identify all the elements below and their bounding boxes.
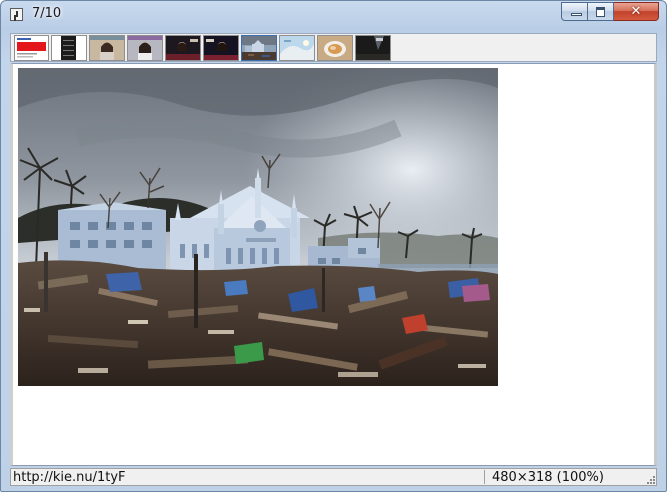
thumbnail-2-image <box>52 36 86 60</box>
window-title: 7/10 <box>32 6 62 21</box>
thumbnail-9-image <box>318 36 352 60</box>
thumbnail-8-image <box>280 36 314 60</box>
thumbnail-8[interactable] <box>279 35 315 61</box>
thumbnail-6[interactable] <box>203 35 239 61</box>
thumbnail-10[interactable] <box>355 35 391 61</box>
title-bar[interactable]: 7/10 ✕ <box>1 1 666 29</box>
thumbnail-1-image <box>15 36 48 60</box>
thumbnail-7[interactable] <box>241 35 277 61</box>
thumbnail-3[interactable] <box>89 35 125 61</box>
thumbnail-3-image <box>90 36 124 60</box>
thumbnail-1[interactable] <box>14 35 49 61</box>
resize-grip-icon[interactable] <box>645 474 655 484</box>
thumbnail-2[interactable] <box>51 35 87 61</box>
thumbnail-10-image <box>356 36 390 60</box>
viewer-window: 7/10 ✕ http://kie.nu/1tyF 480×318 (100%) <box>0 0 667 492</box>
minimize-button[interactable] <box>561 2 588 21</box>
main-image <box>18 68 498 386</box>
close-icon: ✕ <box>630 4 642 19</box>
maximize-button[interactable] <box>588 2 614 21</box>
thumbnail-5[interactable] <box>165 35 201 61</box>
thumbnail-5-image <box>166 36 200 60</box>
window-controls: ✕ <box>561 2 659 21</box>
image-viewport[interactable] <box>10 63 657 466</box>
status-bar: http://kie.nu/1tyF 480×318 (100%) <box>10 468 657 486</box>
thumbnail-7-image <box>242 36 276 60</box>
image-viewer-icon[interactable] <box>10 8 23 21</box>
thumbnail-6-image <box>204 36 238 60</box>
thumbnail-9[interactable] <box>317 35 353 61</box>
thumbnail-4[interactable] <box>127 35 163 61</box>
status-image-info: 480×318 (100%) <box>492 470 604 485</box>
status-url[interactable]: http://kie.nu/1tyF <box>13 470 126 485</box>
close-button[interactable]: ✕ <box>614 2 659 21</box>
thumbnail-strip <box>10 33 657 62</box>
thumbnail-4-image <box>128 36 162 60</box>
status-divider <box>484 470 485 484</box>
